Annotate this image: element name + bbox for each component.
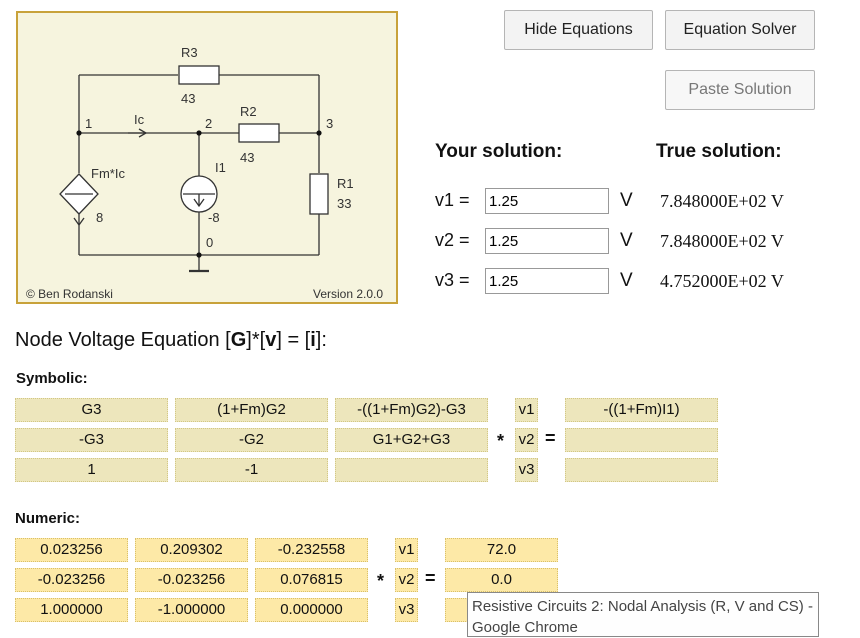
node-2-label: 2 — [205, 116, 212, 131]
v2-unit: V — [620, 230, 633, 251]
numeric-rhs: 72.0 — [445, 538, 558, 562]
symbolic-cell: -((1+Fm)G2)-G3 — [335, 398, 488, 422]
dependent-source-value: 8 — [96, 210, 103, 225]
numeric-var-v3: v3 — [395, 598, 418, 622]
v1-input[interactable] — [485, 188, 609, 214]
node-3-label: 3 — [326, 116, 333, 131]
symbolic-var-v2: v2 — [515, 428, 538, 452]
numeric-cell: 0.076815 — [255, 568, 368, 592]
node-1-label: 1 — [85, 116, 92, 131]
i1-value: -8 — [208, 210, 220, 225]
equals-operator: = — [425, 568, 436, 588]
numeric-cell: -0.232558 — [255, 538, 368, 562]
symbolic-rhs: -((1+Fm)I1) — [565, 398, 718, 422]
v3-true-value: 4.752000E+02 V — [660, 271, 784, 291]
numeric-cell: 0.000000 — [255, 598, 368, 622]
r3-value: 43 — [181, 91, 195, 106]
numeric-var-v1: v1 — [395, 538, 418, 562]
v2-input[interactable] — [485, 228, 609, 254]
dependent-source-label: Fm*Ic — [91, 166, 125, 181]
v2-true-value: 7.848000E+02 V — [660, 231, 784, 251]
v1-unit: V — [620, 190, 633, 211]
numeric-cell: 0.023256 — [15, 538, 128, 562]
circuit-diagram: R3 43 R2 43 R1 33 I1 -8 Fm*Ic 8 Ic 1 2 3… — [16, 11, 398, 304]
resistor-r1 — [309, 173, 329, 215]
true-solution-heading: True solution: — [656, 141, 782, 162]
v1-true-value: 7.848000E+02 V — [660, 191, 784, 211]
symbolic-rhs — [565, 458, 718, 482]
symbolic-var-v1: v1 — [515, 398, 538, 422]
symbolic-rhs — [565, 428, 718, 452]
hide-equations-button[interactable]: Hide Equations — [504, 10, 653, 50]
v3-input[interactable] — [485, 268, 609, 294]
symbolic-cell: -1 — [175, 458, 328, 482]
v1-label: v1 = — [435, 190, 470, 210]
circuit-schematic: R3 43 R2 43 R1 33 I1 -8 Fm*Ic 8 Ic 1 2 3… — [26, 45, 383, 301]
symbolic-var-v3: v3 — [515, 458, 538, 482]
equals-operator: = — [545, 428, 556, 448]
ic-label: Ic — [134, 112, 145, 127]
symbolic-cell: G3 — [15, 398, 168, 422]
r3-label: R3 — [181, 45, 198, 60]
numeric-cell: -1.000000 — [135, 598, 248, 622]
numeric-label: Numeric: — [15, 510, 81, 527]
symbolic-cell: -G3 — [15, 428, 168, 452]
symbolic-cell: 1 — [15, 458, 168, 482]
v3-label: v3 = — [435, 270, 470, 290]
v3-unit: V — [620, 270, 633, 291]
your-solution-heading: Your solution: — [435, 141, 563, 162]
v2-label: v2 = — [435, 230, 470, 250]
numeric-cell: 1.000000 — [15, 598, 128, 622]
node-0-label: 0 — [206, 235, 213, 250]
window-title-tooltip: Resistive Circuits 2: Nodal Analysis (R,… — [467, 592, 819, 637]
symbolic-cell: -G2 — [175, 428, 328, 452]
resistor-r3 — [178, 65, 220, 85]
resistor-r2 — [238, 123, 280, 143]
equation-solver-button[interactable]: Equation Solver — [665, 10, 815, 50]
equation-title: Node Voltage Equation [G]*[v] = [i]: — [15, 329, 327, 351]
r2-value: 43 — [240, 150, 254, 165]
symbolic-cell: (1+Fm)G2 — [175, 398, 328, 422]
i1-label: I1 — [215, 160, 226, 175]
paste-solution-button[interactable]: Paste Solution — [665, 70, 815, 110]
multiply-operator: * — [497, 431, 505, 451]
symbolic-cell — [335, 458, 488, 482]
numeric-var-v2: v2 — [395, 568, 418, 592]
numeric-cell: -0.023256 — [135, 568, 248, 592]
numeric-rhs: 0.0 — [445, 568, 558, 592]
multiply-operator: * — [377, 571, 385, 591]
symbolic-label: Symbolic: — [16, 370, 88, 387]
numeric-cell: -0.023256 — [15, 568, 128, 592]
copyright-text: © Ben Rodanski — [26, 287, 113, 301]
numeric-cell: 0.209302 — [135, 538, 248, 562]
r1-label: R1 — [337, 176, 354, 191]
r2-label: R2 — [240, 104, 257, 119]
version-text: Version 2.0.0 — [313, 287, 383, 301]
symbolic-cell: G1+G2+G3 — [335, 428, 488, 452]
r1-value: 33 — [337, 196, 351, 211]
